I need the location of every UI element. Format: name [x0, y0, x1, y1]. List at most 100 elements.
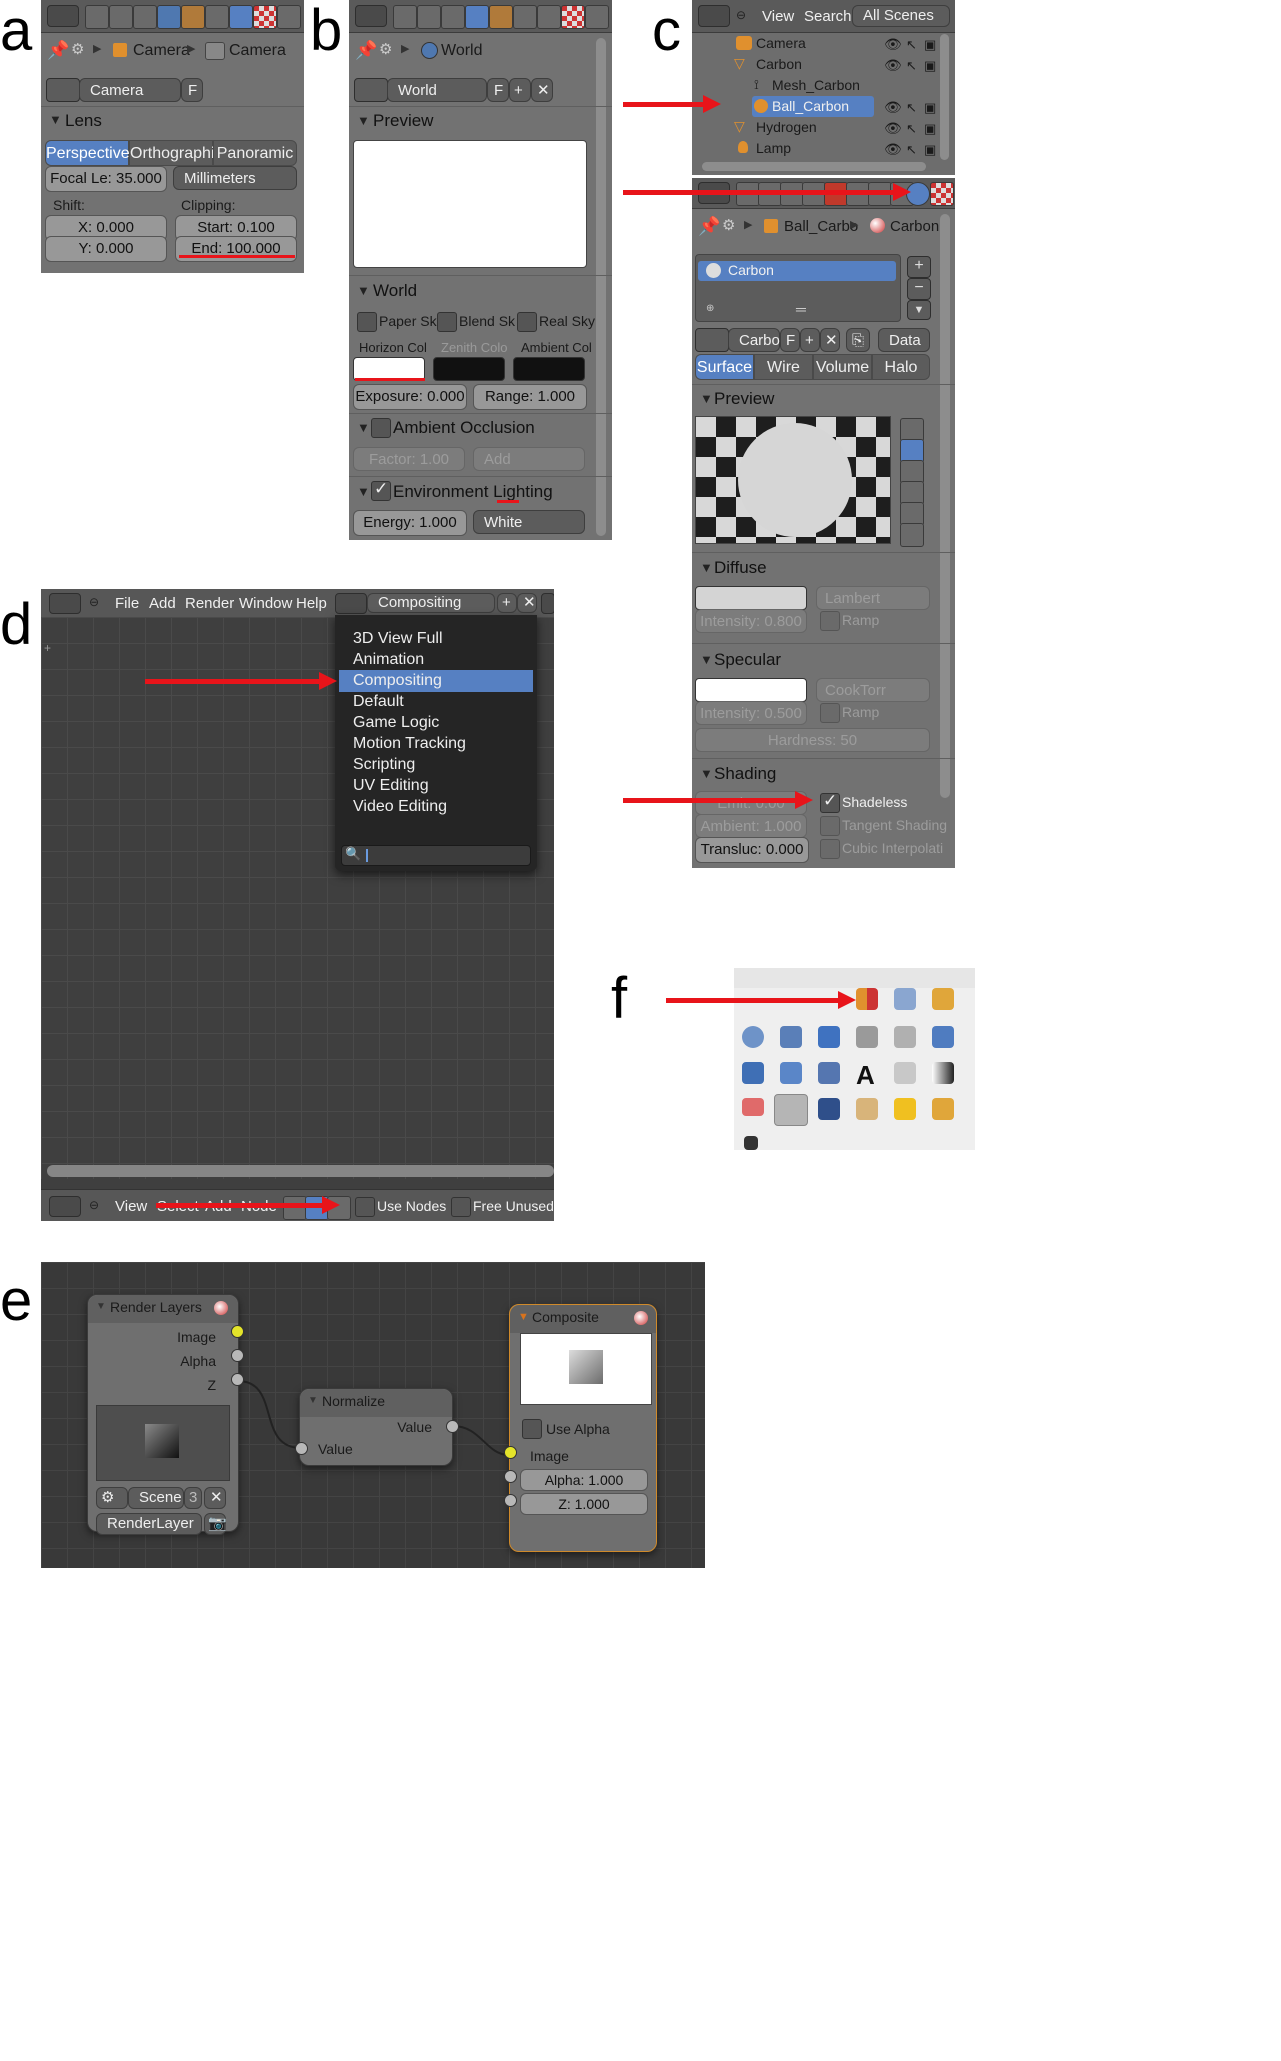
perspective-icon[interactable] — [742, 1062, 764, 1084]
fake-user-button[interactable]: F — [487, 78, 509, 102]
world-datablock-icon[interactable] — [354, 78, 388, 102]
slot-menu-icon[interactable]: ▼ — [907, 300, 931, 320]
exposure-field[interactable]: Exposure: 0.000 — [353, 384, 467, 410]
zoom-icon[interactable] — [742, 1026, 764, 1048]
specular-header[interactable]: Specular — [714, 650, 781, 670]
composite-node[interactable]: ▼ Composite Use Alpha Image Alpha: 1.000… — [509, 1304, 657, 1552]
texture-tab-icon[interactable] — [253, 5, 277, 29]
browse-node-icon[interactable]: ⎘ — [846, 328, 870, 352]
select-arrow-icon[interactable]: ↖ ↖ ↖ ↖ ↖ — [906, 34, 917, 160]
normalize-node[interactable]: ▼ Normalize Value Value — [299, 1388, 453, 1466]
physics-tab-icon[interactable] — [277, 5, 301, 29]
socket-alpha-output[interactable] — [231, 1349, 244, 1362]
layout-browse-icon[interactable] — [335, 593, 367, 614]
render-layers-node[interactable]: ▼ Render Layers Image Alpha Z ⚙ Scene 3 … — [87, 1294, 239, 1535]
perspective-tab[interactable]: Perspective — [45, 140, 130, 166]
text-tool-icon[interactable]: A — [856, 1060, 875, 1091]
layout-name-field[interactable]: Compositing — [367, 593, 495, 613]
socket-composite-image[interactable] — [504, 1446, 517, 1459]
ao-checkbox[interactable] — [371, 418, 391, 438]
volume-tab[interactable]: Volume — [813, 354, 872, 380]
collapse-menu-icon[interactable]: ⊖ — [736, 8, 746, 22]
transform-icon[interactable] — [894, 1026, 916, 1048]
breadcrumb-object[interactable]: Ball_Carbo — [784, 218, 858, 235]
clip-end-field[interactable]: End: 100.000 — [175, 236, 297, 262]
paintbrush-icon[interactable] — [744, 1136, 758, 1150]
layout-option-game-logic[interactable]: Game Logic — [339, 712, 533, 734]
align-icon[interactable] — [856, 1026, 878, 1048]
transluc-field[interactable]: Transluc: 0.000 — [695, 837, 809, 863]
outliner-row-ball-carbon[interactable]: Ball_Carbon — [772, 98, 849, 114]
texture-tab-icon[interactable] — [561, 5, 585, 29]
flip-icon[interactable] — [780, 1062, 802, 1084]
scrollbar[interactable] — [596, 38, 606, 536]
editor-type-icon[interactable] — [49, 1196, 81, 1217]
material-datablock-name[interactable]: Carbon — [728, 328, 788, 352]
menu-file[interactable]: File — [115, 595, 139, 612]
outliner-h-scrollbar[interactable] — [702, 162, 926, 171]
use-alpha-checkbox[interactable] — [522, 1419, 542, 1439]
layout-option-default[interactable]: Default — [339, 691, 533, 713]
collapse-triangle-icon[interactable]: ▼ — [700, 560, 713, 575]
diffuse-color-swatch[interactable] — [695, 586, 807, 610]
outliner-row-carbon[interactable]: Carbon — [756, 56, 802, 72]
collapse-triangle-icon[interactable]: ▼ — [357, 113, 370, 128]
gradient-icon[interactable] — [932, 1062, 954, 1084]
world-datablock-name[interactable]: World — [387, 78, 487, 102]
texture-tab-icon[interactable] — [930, 182, 954, 206]
free-unused-checkbox[interactable] — [451, 1197, 471, 1217]
material-link-select[interactable]: Data — [878, 328, 930, 352]
menu-help[interactable]: Help — [296, 595, 327, 612]
scene-browse-icon[interactable]: ⚙ — [96, 1487, 128, 1509]
camera-datablock-icon[interactable] — [46, 78, 80, 102]
plus-icon[interactable]: + — [44, 641, 51, 655]
constraints-tab-icon[interactable] — [513, 5, 537, 29]
socket-composite-z[interactable] — [504, 1494, 517, 1507]
add-material-slot-button[interactable]: + — [907, 256, 931, 278]
fake-user-button[interactable]: F — [181, 78, 203, 102]
unlink-material-button[interactable]: ✕ — [820, 328, 840, 352]
node-menu-view[interactable]: View — [115, 1198, 147, 1215]
menu-window[interactable]: Window — [239, 595, 292, 612]
range-field[interactable]: Range: 1.000 — [473, 384, 587, 410]
env-color-select[interactable]: White — [473, 510, 585, 534]
menu-render[interactable]: Render — [185, 595, 234, 612]
layout-option-uv-editing[interactable]: UV Editing — [339, 775, 533, 797]
object-tab-icon[interactable] — [181, 5, 205, 29]
new-datablock-button[interactable]: + — [509, 78, 531, 102]
clone-icon[interactable] — [932, 988, 954, 1010]
rotate-icon[interactable] — [932, 1026, 954, 1048]
outliner-row-hydrogen[interactable]: Hydrogen — [756, 119, 817, 135]
editor-type-icon[interactable] — [47, 5, 79, 27]
composite-z-field[interactable]: Z: 1.000 — [520, 1493, 648, 1515]
menu-add[interactable]: Add — [149, 595, 176, 612]
ink-icon[interactable] — [818, 1098, 840, 1120]
scene-tab-icon[interactable] — [441, 5, 465, 29]
lens-header[interactable]: Lens — [65, 111, 102, 131]
lens-unit-select[interactable]: Millimeters — [173, 166, 297, 190]
shadeless-checkbox[interactable] — [820, 791, 840, 813]
real-sky-checkbox[interactable] — [517, 312, 537, 332]
layout-option-motion-tracking[interactable]: Motion Tracking — [339, 733, 533, 755]
breadcrumb-world[interactable]: World — [441, 42, 483, 60]
ao-header[interactable]: Ambient Occlusion — [393, 418, 535, 438]
camera-datablock-name[interactable]: Camera — [79, 78, 181, 102]
scene-filter-select[interactable]: All Scenes — [852, 5, 950, 27]
resize-grip-icon[interactable]: ═ — [796, 301, 806, 317]
socket-image-output[interactable] — [231, 1325, 244, 1338]
pin-icon[interactable]: 📌 — [698, 216, 720, 237]
collapse-triangle-icon[interactable]: ▼ — [700, 391, 713, 406]
editor-type-icon[interactable] — [698, 5, 730, 27]
move-icon[interactable] — [818, 1026, 840, 1048]
render-layer-select[interactable]: RenderLayer — [96, 1513, 202, 1535]
breadcrumb-object[interactable]: Camera — [133, 42, 190, 60]
collapse-menu-icon[interactable]: ⊖ — [89, 595, 99, 609]
composite-alpha-field[interactable]: Alpha: 1.000 — [520, 1469, 648, 1491]
add-layout-button[interactable]: + — [497, 593, 517, 613]
socket-z-output[interactable] — [231, 1373, 244, 1386]
unlink-button[interactable]: ✕ — [531, 78, 553, 102]
layout-option-3d-view-full[interactable]: 3D View Full — [339, 628, 533, 650]
world-header[interactable]: World — [373, 281, 417, 301]
layout-search-input[interactable]: 🔍 — [341, 845, 531, 866]
camera-data-tab-icon[interactable] — [229, 5, 253, 29]
